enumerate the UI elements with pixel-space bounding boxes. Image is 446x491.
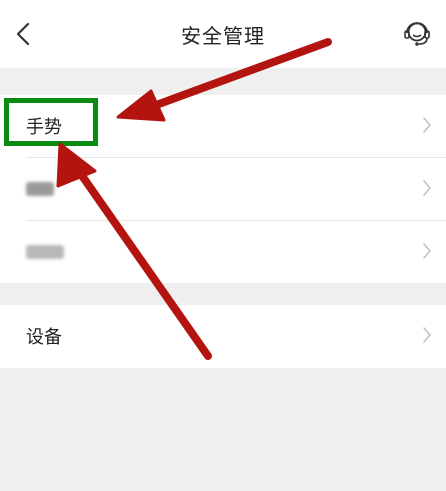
chevron-right-icon (423, 327, 432, 343)
blurred-text (26, 182, 54, 196)
chevron-right-icon (423, 243, 432, 259)
highlight-box (4, 98, 98, 146)
list-item-blurred[interactable] (0, 221, 446, 283)
customer-service-button[interactable] (400, 16, 434, 50)
chevron-right-icon (423, 117, 432, 133)
list-item-label: 设备 (26, 327, 62, 348)
device-settings-list: 设备 (0, 305, 446, 368)
top-bar: 安全管理 (0, 0, 446, 68)
headset-icon (404, 22, 430, 46)
list-item-blurred[interactable] (0, 158, 446, 220)
list-item-device[interactable]: 设备 (0, 305, 446, 367)
blurred-text (26, 245, 64, 259)
page-title: 安全管理 (181, 24, 265, 48)
chevron-right-icon (423, 180, 432, 196)
